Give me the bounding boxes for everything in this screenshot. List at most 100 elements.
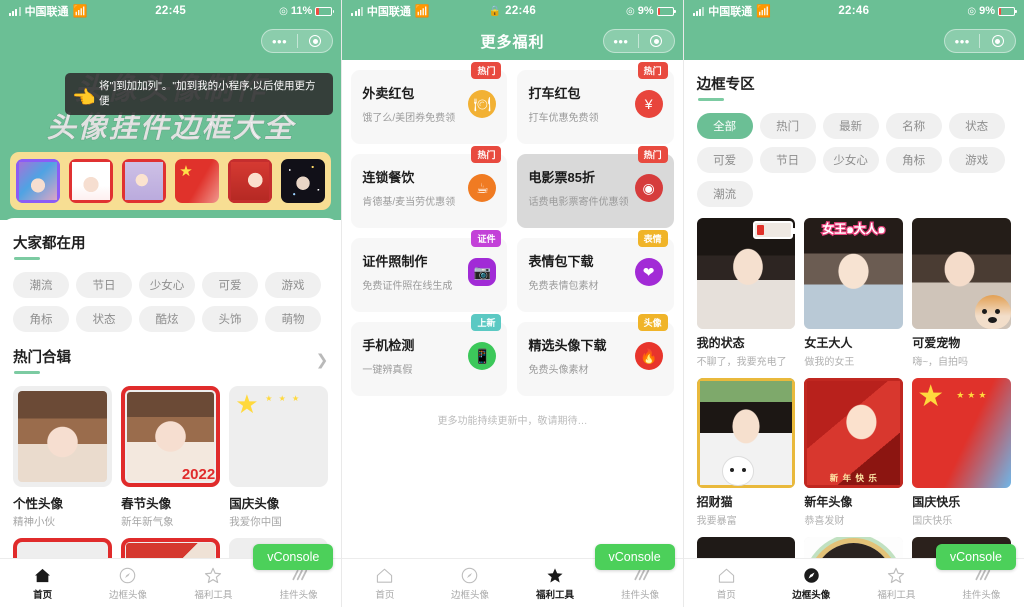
tab-home[interactable]: 首页 — [342, 566, 427, 601]
avatar-thumb[interactable] — [228, 159, 273, 203]
page-title: 边框专区 — [696, 77, 755, 93]
tab-label: 挂件头像 — [962, 589, 1001, 601]
avatar-thumb[interactable] — [281, 159, 326, 203]
welfare-card[interactable]: 热门 打车红包 打车优惠免费领 ¥ — [517, 62, 674, 144]
border-item[interactable]: 招财猫 我要暴富 — [696, 377, 796, 528]
welfare-card[interactable]: 表情 表情包下载 免费表情包素材 ❤ — [517, 230, 674, 312]
border-item[interactable]: 国庆快乐 国庆快乐 — [912, 377, 1011, 528]
border-thumbnail — [912, 377, 1011, 489]
newyear-band-overlay: 新 年 快 乐 — [829, 473, 878, 484]
popular-tags-header: 大家都在用 — [13, 232, 328, 260]
page-title: 更多福利 — [480, 33, 545, 51]
border-name: 招财猫 — [696, 495, 733, 510]
album-desc: 精神小伙 — [13, 516, 55, 529]
border-item[interactable]: 我的状态 不聊了，我要充电了 — [696, 218, 796, 368]
tab-pendant-avatar[interactable]: 挂件头像 — [256, 566, 341, 601]
border-desc: 做我的女王 — [804, 356, 855, 368]
tab-pendant-avatar[interactable]: 挂件头像 — [598, 566, 683, 601]
filter-chip[interactable]: 名称 — [885, 113, 942, 139]
wechat-capsule[interactable]: ••• — [943, 29, 1016, 53]
border-item[interactable]: 新 年 快 乐 新年头像 恭喜发财 — [804, 377, 904, 527]
location-icon: ◎ — [626, 5, 635, 17]
welfare-card[interactable]: 热门 外卖红包 饿了么/美团券免费领 🍽 — [351, 62, 508, 144]
tag-chip[interactable]: 可爱 — [202, 272, 258, 298]
avatar-thumb[interactable] — [122, 159, 167, 203]
card-badge: 热门 — [471, 62, 502, 79]
tab-label: 福利工具 — [194, 589, 233, 601]
tag-chip[interactable]: 潮流 — [13, 272, 69, 298]
welfare-card[interactable]: 上新 手机检测 一键辨真假 📱 — [351, 314, 508, 396]
album-card[interactable]: 2022 春节头像 新年新气象 — [121, 386, 221, 529]
tag-chip[interactable]: 节日 — [76, 272, 132, 298]
wechat-capsule[interactable]: ••• — [602, 29, 675, 53]
avatar-thumb[interactable] — [16, 159, 60, 203]
compass-icon — [85, 566, 170, 585]
filter-chip[interactable]: 游戏 — [948, 147, 1005, 173]
tab-label: 边框头像 — [108, 589, 147, 601]
avatar-preview-strip[interactable] — [10, 152, 332, 210]
avatar-thumb[interactable] — [69, 159, 114, 203]
tab-welfare-tools[interactable]: 福利工具 — [854, 566, 939, 601]
album-card[interactable]: 个性头像 精神小伙 — [13, 386, 113, 529]
vconsole-button[interactable]: vConsole — [935, 544, 1016, 570]
star-icon — [171, 566, 256, 585]
filter-chip[interactable]: 潮流 — [696, 181, 753, 207]
tab-pendant-avatar[interactable]: 挂件头像 — [939, 566, 1024, 601]
tab-welfare-tools[interactable]: 福利工具 — [512, 566, 597, 601]
tag-chip[interactable]: 少女心 — [139, 272, 195, 298]
lock-icon: 🔒 — [488, 6, 502, 17]
tag-chip[interactable]: 萌物 — [265, 306, 321, 332]
welfare-card[interactable]: 热门 连锁餐饮 肯德基/麦当劳优惠领 ☕ — [351, 146, 508, 228]
border-item[interactable]: 可爱宠物 嗨~，自拍吗 — [912, 218, 1011, 368]
status-bar: 中国联通 📶 22:45 ◎ 11% — [0, 0, 342, 22]
close-target-icon[interactable] — [980, 35, 1015, 47]
camera-icon: 📷 — [468, 258, 497, 286]
welfare-card[interactable]: 头像 精选头像下载 免费头像素材 🔥 — [517, 314, 674, 396]
tab-home[interactable]: 首页 — [684, 566, 769, 601]
vconsole-button[interactable]: vConsole — [594, 544, 675, 570]
tab-border-avatar[interactable]: 边框头像 — [427, 566, 512, 601]
border-item[interactable]: 女王๑大人๑ 女王大人 做我的女王 — [804, 218, 904, 368]
status-right: ◎ 9% — [967, 5, 1017, 17]
chevron-right-icon[interactable]: ❯ — [316, 351, 329, 369]
flame-icon: 🔥 — [634, 342, 663, 370]
filter-chip[interactable]: 可爱 — [696, 147, 753, 173]
welfare-card[interactable]: 热门 电影票85折 话费电影票寄件优惠领 ◉ — [517, 146, 674, 228]
tag-chip[interactable]: 酷炫 — [139, 306, 195, 332]
more-menu-icon[interactable]: ••• — [945, 35, 980, 48]
tab-home[interactable]: 首页 — [0, 566, 85, 601]
tab-border-avatar[interactable]: 边框头像 — [85, 566, 170, 601]
border-desc: 嗨~，自拍吗 — [912, 356, 969, 368]
tab-welfare-tools[interactable]: 福利工具 — [171, 566, 256, 601]
section-title: 大家都在用 — [13, 236, 86, 252]
card-badge: 证件 — [471, 230, 502, 247]
welfare-card[interactable]: 证件 证件照制作 免费证件照在线生成 📷 — [351, 230, 508, 312]
lucky-cat-overlay-icon — [722, 456, 755, 487]
filter-chip[interactable]: 最新 — [822, 113, 879, 139]
filter-chip[interactable]: 状态 — [948, 113, 1005, 139]
tag-chip[interactable]: 头饰 — [202, 306, 258, 332]
filter-chip[interactable]: 少女心 — [822, 147, 879, 173]
more-menu-icon[interactable]: ••• — [604, 35, 639, 48]
home-icon — [684, 566, 769, 585]
more-menu-icon[interactable]: ••• — [262, 35, 297, 48]
filter-chip[interactable]: 热门 — [759, 113, 816, 139]
filter-chip[interactable]: 节日 — [759, 147, 816, 173]
vconsole-button[interactable]: vConsole — [253, 544, 334, 570]
border-zone-body: 边框专区 全部 热门 最新 名称 状态 可爱 节日 少女心 角标 游戏 潮流 我… — [684, 60, 1024, 607]
close-target-icon[interactable] — [639, 35, 674, 47]
album-overlay-text: 2022 — [181, 466, 216, 484]
wechat-capsule[interactable]: ••• — [261, 29, 334, 53]
tag-chip[interactable]: 角标 — [13, 306, 69, 332]
filter-chip[interactable]: 全部 — [696, 113, 753, 139]
location-icon: ◎ — [279, 5, 288, 17]
avatar-thumb[interactable] — [175, 159, 220, 203]
filter-chip[interactable]: 角标 — [885, 147, 942, 173]
album-card[interactable]: 国庆头像 我爱你中国 — [229, 386, 329, 529]
close-target-icon[interactable] — [298, 35, 333, 47]
battery-percent: 9% — [637, 5, 654, 17]
border-thumbnail: 女王๑大人๑ — [804, 218, 904, 329]
tab-border-avatar[interactable]: 边框头像 — [769, 566, 854, 601]
tag-chip[interactable]: 状态 — [76, 306, 132, 332]
tag-chip[interactable]: 游戏 — [265, 272, 321, 298]
